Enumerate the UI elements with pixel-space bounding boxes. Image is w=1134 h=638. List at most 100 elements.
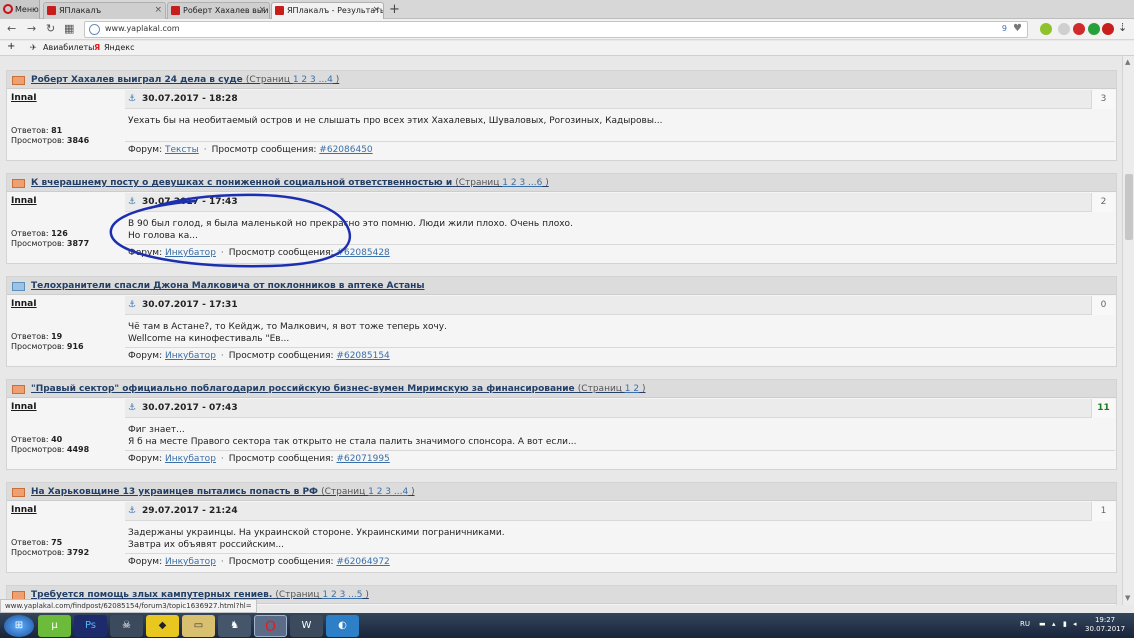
extension-icon[interactable] [1088,23,1100,35]
tab-yaplakal[interactable]: ЯПлакалъ × [43,2,166,19]
tray-signal-icon[interactable]: ▮ [1063,620,1067,628]
browser-menu-button[interactable]: Меню [0,0,40,19]
post-header: "Правый сектор" официально поблагодарил … [7,380,1116,398]
post-author[interactable]: InnaI [11,505,37,515]
taskbar-photoshop-icon[interactable]: Ps [74,615,107,637]
pages-links[interactable]: 1 2 3 ...4 [368,487,408,497]
topic-title-link[interactable]: Телохранители спасли Джона Малковича от … [31,277,425,294]
post-footer: Форум: Инкубатор · Просмотр сообщения: #62… [125,347,1115,365]
speed-dial-icon[interactable]: ▦ [64,22,74,35]
pages-links[interactable]: 1 2 [625,384,639,394]
pages-prefix: (Страниц [245,75,293,85]
add-bookmark-icon[interactable]: + [7,41,15,52]
address-badge: 9 [1001,24,1007,33]
close-tab-icon[interactable]: × [258,3,266,18]
topic-title[interactable]: К вчерашнему посту о девушках с пониженн… [31,178,452,188]
start-button-icon[interactable]: ⊞ [4,615,34,637]
message-link[interactable]: #62086450 [319,145,372,155]
system-clock[interactable]: 19:27 30.07.2017 [1085,616,1125,634]
message-link[interactable]: #62085154 [336,351,389,361]
forum-link[interactable]: Инкубатор [165,454,216,464]
extension-icon[interactable] [1058,23,1070,35]
envelope-icon [12,385,25,394]
message-link[interactable]: #62085428 [336,248,389,258]
taskbar-opera-icon[interactable]: O [254,615,287,637]
envelope-icon [12,76,25,85]
adblock-icon[interactable] [1073,23,1085,35]
message-link[interactable]: #62064972 [336,557,389,567]
new-tab-plus-icon[interactable]: + [389,2,400,17]
post-date: 30.07.2017 - 17:43 [142,197,238,207]
extension-icon[interactable] [1040,23,1052,35]
tab-search-results[interactable]: ЯПлакалъ - Результаты п × [271,2,384,19]
views-count: 4498 [66,445,90,454]
replies-count: 81 [51,126,63,135]
taskbar-batman-icon[interactable]: ◆ [146,615,179,637]
topic-title[interactable]: На Харьковщине 13 украинцев пытались поп… [31,487,318,497]
taskbar-skull-icon[interactable]: ☠ [110,615,143,637]
tab-khakhalev[interactable]: Роберт Хахалев выиграл× [167,2,270,19]
bookmark-heart-icon[interactable]: ♥ [1013,23,1022,34]
close-tab-icon[interactable]: × [154,3,162,18]
extension-icon[interactable] [1102,23,1114,35]
post-number: 11 [1091,399,1115,418]
topic-title[interactable]: Роберт Хахалев выиграл 24 дела в суде [31,75,243,85]
forward-icon[interactable]: → [27,22,36,35]
topic-title-link[interactable]: "Правый сектор" официально поблагодарил … [31,380,646,397]
back-icon[interactable]: ← [7,22,16,35]
pages-links[interactable]: 1 2 3 ...4 [293,75,333,85]
post-author[interactable]: InnaI [11,93,37,103]
taskbar-wot-blitz-icon[interactable]: W [290,615,323,637]
search-result-post: Роберт Хахалев выиграл 24 дела в суде (С… [6,70,1117,161]
forum-label: Форум: [128,454,163,464]
topic-title-link[interactable]: Роберт Хахалев выиграл 24 дела в суде (С… [31,71,339,88]
forum-link[interactable]: Инкубатор [165,557,216,567]
topic-title-link[interactable]: На Харьковщине 13 украинцев пытались поп… [31,483,415,500]
post-text: Уехать бы на необитаемый остров и не слы… [128,116,663,126]
pages-links[interactable]: 1 2 3 ...6 [502,178,542,188]
taskbar-wot-icon[interactable]: ♞ [218,615,251,637]
topic-title[interactable]: "Правый сектор" официально поблагодарил … [31,384,575,394]
close-tab-icon[interactable]: × [372,3,380,18]
views-label: Просмотров: [11,239,65,248]
envelope-icon [12,179,25,188]
search-result-post: На Харьковщине 13 украинцев пытались поп… [6,482,1117,573]
post-author[interactable]: InnaI [11,402,37,412]
scroll-up-icon[interactable]: ▲ [1125,58,1130,66]
taskbar-app-icon[interactable]: ◐ [326,615,359,637]
view-message-label: Просмотр сообщения: [211,145,317,155]
post-author[interactable]: InnaI [11,196,37,206]
download-icon[interactable]: ⇣ [1118,21,1127,34]
bookmarks-bar: + ✈ Авиабилеты Я Яндекс [0,41,1134,56]
forum-link[interactable]: Тексты [165,145,199,155]
post-footer: Форум: Инкубатор · Просмотр сообщения: #62… [125,450,1115,468]
bookmark-aviabilety[interactable]: Авиабилеты [43,43,94,52]
tab-label: ЯПлакалъ [59,6,102,15]
scroll-down-icon[interactable]: ▼ [1125,594,1130,602]
tray-volume-icon[interactable]: ◂ [1073,620,1077,628]
taskbar-torrent-icon[interactable]: µ [38,615,71,637]
favicon-icon [47,6,56,15]
keyboard-language[interactable]: RU [1020,620,1030,628]
status-bar-url: www.yaplakal.com/findpost/62085154/forum… [0,599,257,613]
message-link[interactable]: #62071995 [336,454,389,464]
forum-link[interactable]: Инкубатор [165,351,216,361]
topic-title[interactable]: Телохранители спасли Джона Малковича от … [31,281,425,291]
yandex-icon: Я [94,43,101,52]
vertical-scrollbar[interactable]: ▲ ▼ [1122,56,1134,605]
tray-arrow-icon[interactable]: ▴ [1052,620,1056,628]
bookmark-yandex[interactable]: Яндекс [104,43,134,52]
address-bar[interactable]: www.yaplakal.com 9 ♥ [84,21,1028,38]
post-author[interactable]: InnaI [11,299,37,309]
post-footer: Форум: Инкубатор · Просмотр сообщения: #62… [125,553,1115,571]
reload-icon[interactable]: ↻ [46,22,55,35]
forum-link[interactable]: Инкубатор [165,248,216,258]
scrollbar-thumb[interactable] [1125,174,1133,240]
taskbar-folder-icon[interactable]: ▭ [182,615,215,637]
site-info-icon[interactable] [89,24,100,35]
pages-links[interactable]: 1 2 3 ...5 [322,590,362,600]
topic-title-link[interactable]: К вчерашнему посту о девушках с пониженн… [31,174,549,191]
views-label: Просмотров: [11,342,65,351]
replies-count: 75 [51,538,63,547]
clock-date: 30.07.2017 [1085,625,1126,633]
